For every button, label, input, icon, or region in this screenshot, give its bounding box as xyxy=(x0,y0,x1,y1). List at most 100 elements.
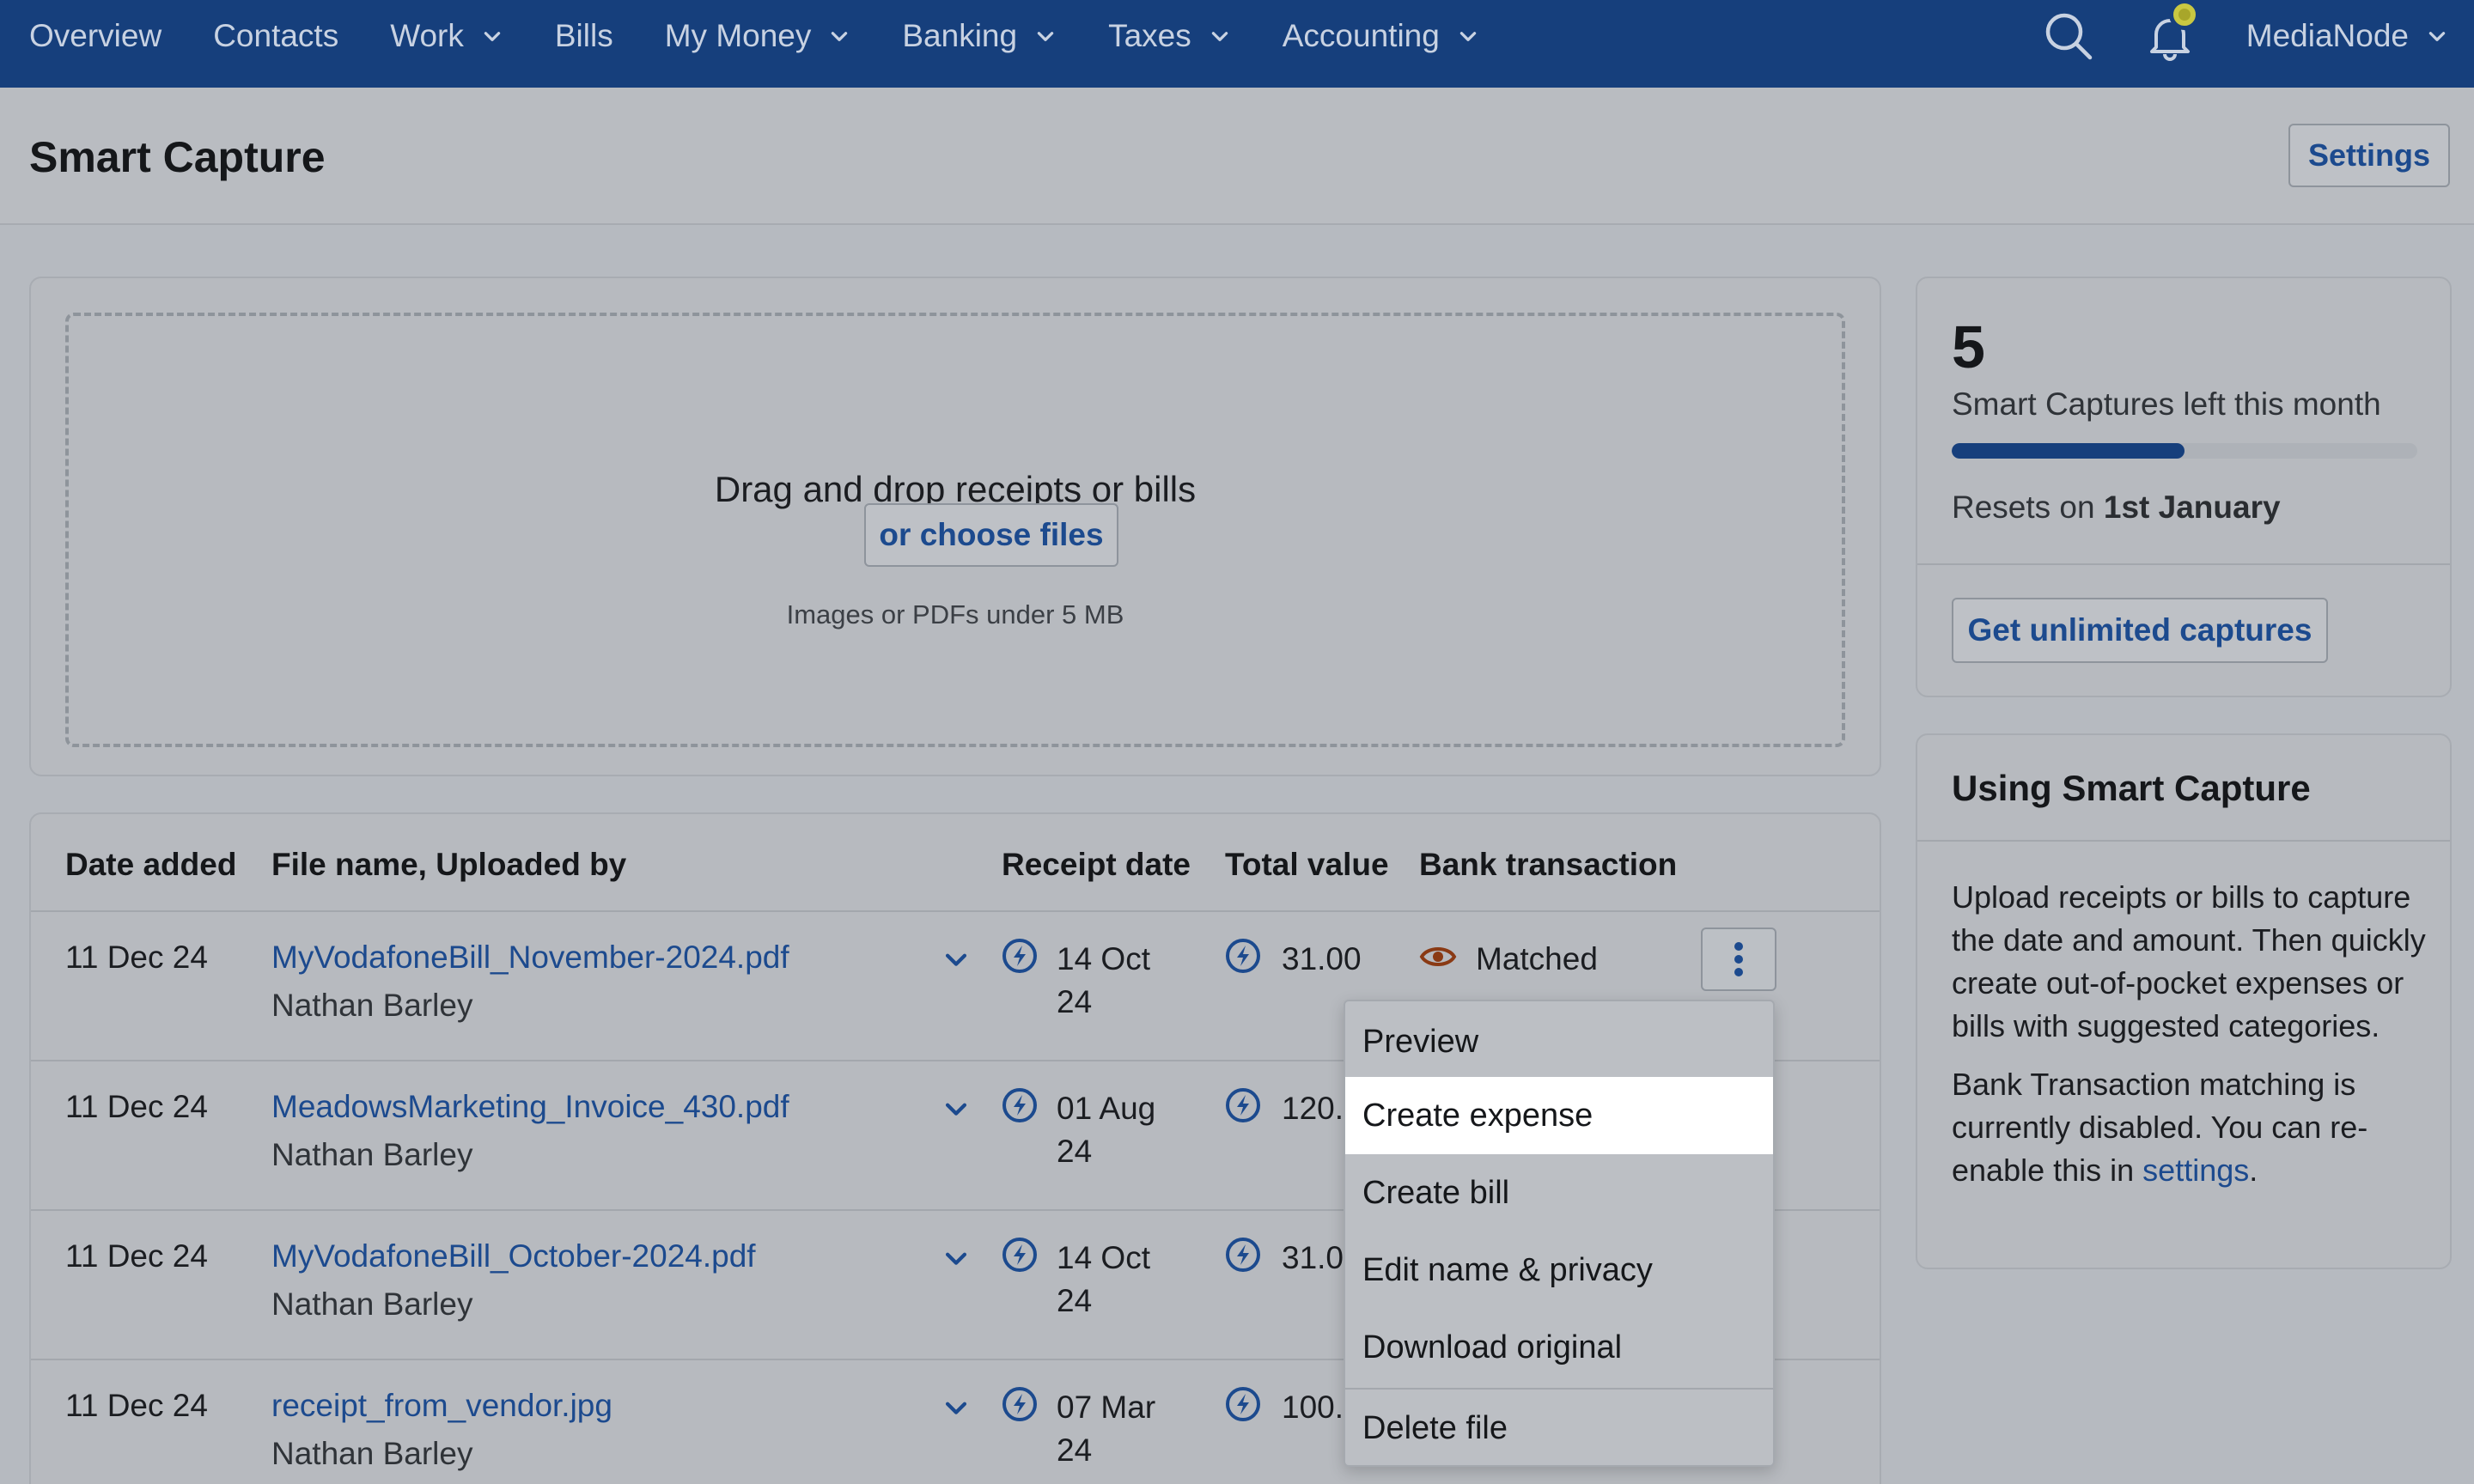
uploaded-by: Nathan Barley xyxy=(271,1137,473,1172)
top-nav: Overview Contacts Work Bills My Money Ba… xyxy=(0,0,2474,88)
date-added: 11 Dec 24 xyxy=(65,940,208,975)
nav-work[interactable]: Work xyxy=(390,0,503,88)
chevron-down-icon xyxy=(832,32,848,41)
info-title: Using Smart Capture xyxy=(1952,768,2311,808)
more-vertical-icon xyxy=(1734,942,1743,976)
captures-divider xyxy=(1917,563,2450,565)
chevron-down-icon xyxy=(2428,32,2446,41)
menu-item-download-original[interactable]: Download original xyxy=(1345,1309,1773,1386)
dropzone-hint: Images or PDFs under 5 MB xyxy=(786,599,1124,629)
nav-taxes[interactable]: Taxes xyxy=(1108,0,1231,88)
notification-dot xyxy=(2168,0,2200,30)
uploaded-by: Nathan Barley xyxy=(271,1286,473,1322)
chevron-down-icon xyxy=(1211,32,1228,41)
smart-capture-icon xyxy=(1002,1387,1037,1421)
smart-capture-icon xyxy=(1226,1238,1260,1272)
nav-accounting[interactable]: Accounting xyxy=(1283,0,1479,88)
smart-capture-icon xyxy=(1226,1387,1260,1421)
info-divider xyxy=(1917,840,2450,842)
user-name: MediaNode xyxy=(2245,18,2409,53)
info-paragraph-2: Bank Transaction matching is currently d… xyxy=(1952,1063,2433,1192)
smart-capture-icon xyxy=(1002,939,1037,973)
date-added: 11 Dec 24 xyxy=(65,1089,208,1124)
settings-link[interactable]: settings xyxy=(2142,1153,2249,1188)
chevron-down-icon[interactable] xyxy=(941,1244,971,1273)
nav-contacts-label: Contacts xyxy=(213,18,339,53)
nav-banking-label: Banking xyxy=(902,18,1018,53)
col-total-value: Total value xyxy=(1225,847,1389,882)
col-receipt-date: Receipt date xyxy=(1002,847,1191,882)
using-smart-capture-card: Using Smart Capture Upload receipts or b… xyxy=(1916,733,2452,1269)
choose-files-button[interactable]: or choose files xyxy=(864,503,1118,567)
resets-prefix: Resets on xyxy=(1952,490,2095,525)
page-header: Smart Capture Settings xyxy=(0,88,2474,225)
nav-taxes-label: Taxes xyxy=(1108,18,1191,53)
smart-capture-icon xyxy=(1226,1088,1260,1122)
file-name-link[interactable]: MyVodafoneBill_November-2024.pdf xyxy=(271,940,789,976)
menu-item-create-bill[interactable]: Create bill xyxy=(1345,1154,1773,1232)
chevron-down-icon[interactable] xyxy=(941,1393,971,1422)
resets-text: Resets on 1st January xyxy=(1952,490,2281,526)
menu-item-create-expense[interactable]: Create expense xyxy=(1345,1077,1773,1154)
receipt-date-day: 14 Oct xyxy=(1057,1240,1150,1275)
nav-overview[interactable]: Overview xyxy=(29,0,161,88)
receipt-date-year: 24 xyxy=(1057,1134,1093,1169)
eye-icon xyxy=(1419,947,1457,966)
receipt-date-year: 24 xyxy=(1057,1283,1093,1318)
receipt-date-day: 01 Aug xyxy=(1057,1091,1156,1126)
search-icon[interactable] xyxy=(2044,11,2093,61)
uploaded-by: Nathan Barley xyxy=(271,988,473,1023)
col-file-name: File name, Uploaded by xyxy=(271,847,627,882)
receipt-date-year: 24 xyxy=(1057,1432,1093,1468)
nav-my-money-label: My Money xyxy=(664,18,812,53)
menu-item-edit-name-privacy[interactable]: Edit name & privacy xyxy=(1345,1232,1773,1309)
dropzone[interactable]: Drag and drop receipts or bills or choos… xyxy=(65,313,1845,747)
nav-accounting-label: Accounting xyxy=(1282,18,1440,53)
chevron-down-icon xyxy=(484,32,501,41)
receipt-date-day: 14 Oct xyxy=(1057,941,1150,976)
chevron-down-icon xyxy=(1459,32,1477,41)
receipt-date-day: 07 Mar xyxy=(1057,1390,1156,1425)
nav-banking[interactable]: Banking xyxy=(902,0,1057,88)
chevron-down-icon[interactable] xyxy=(941,1094,971,1123)
page-title: Smart Capture xyxy=(29,133,326,181)
smart-capture-icon xyxy=(1002,1238,1037,1272)
smart-capture-icon xyxy=(1002,1088,1037,1122)
nav-bills[interactable]: Bills xyxy=(555,0,613,88)
captures-remaining-card: 5 Smart Captures left this month Resets … xyxy=(1916,277,2452,697)
file-name-link[interactable]: receipt_from_vendor.jpg xyxy=(271,1388,612,1424)
upload-card: Drag and drop receipts or bills or choos… xyxy=(29,277,1881,776)
file-name-link[interactable]: MyVodafoneBill_October-2024.pdf xyxy=(271,1238,756,1274)
bank-status: Matched xyxy=(1476,941,1598,976)
menu-item-delete-file[interactable]: Delete file xyxy=(1345,1390,1773,1467)
captures-progress-fill xyxy=(1952,443,2185,459)
info-paragraph-2-end: . xyxy=(2249,1153,2258,1188)
user-menu[interactable]: MediaNode xyxy=(2246,18,2448,54)
nav-overview-label: Overview xyxy=(29,18,162,53)
smart-capture-icon xyxy=(1226,939,1260,973)
uploaded-by: Nathan Barley xyxy=(271,1436,473,1471)
date-added: 11 Dec 24 xyxy=(65,1388,208,1423)
settings-button[interactable]: Settings xyxy=(2288,124,2450,187)
nav-right: MediaNode xyxy=(2044,0,2474,88)
captures-progress-bar xyxy=(1952,443,2417,459)
nav-bills-label: Bills xyxy=(554,18,613,53)
chevron-down-icon xyxy=(1037,32,1054,41)
menu-item-preview[interactable]: Preview xyxy=(1345,1003,1773,1080)
nav-contacts[interactable]: Contacts xyxy=(213,0,338,88)
col-bank-transaction: Bank transaction xyxy=(1419,847,1678,882)
date-added: 11 Dec 24 xyxy=(65,1238,208,1274)
get-unlimited-captures-button[interactable]: Get unlimited captures xyxy=(1952,598,2328,663)
bell-icon[interactable] xyxy=(2145,0,2200,61)
total-value: 31.00 xyxy=(1282,941,1362,976)
nav-my-money[interactable]: My Money xyxy=(665,0,851,88)
chevron-down-icon[interactable] xyxy=(941,945,971,974)
receipt-date-year: 24 xyxy=(1057,984,1093,1019)
info-paragraph-1: Upload receipts or bills to capture the … xyxy=(1952,879,2426,1043)
captures-count: 5 xyxy=(1952,313,1985,380)
file-name-link[interactable]: MeadowsMarketing_Invoice_430.pdf xyxy=(271,1089,789,1125)
nav-work-label: Work xyxy=(390,18,464,53)
row-actions-button[interactable] xyxy=(1701,928,1776,991)
captures-label: Smart Captures left this month xyxy=(1952,386,2381,422)
row-actions-menu: Preview Create expense Create bill Edit … xyxy=(1344,1000,1775,1467)
